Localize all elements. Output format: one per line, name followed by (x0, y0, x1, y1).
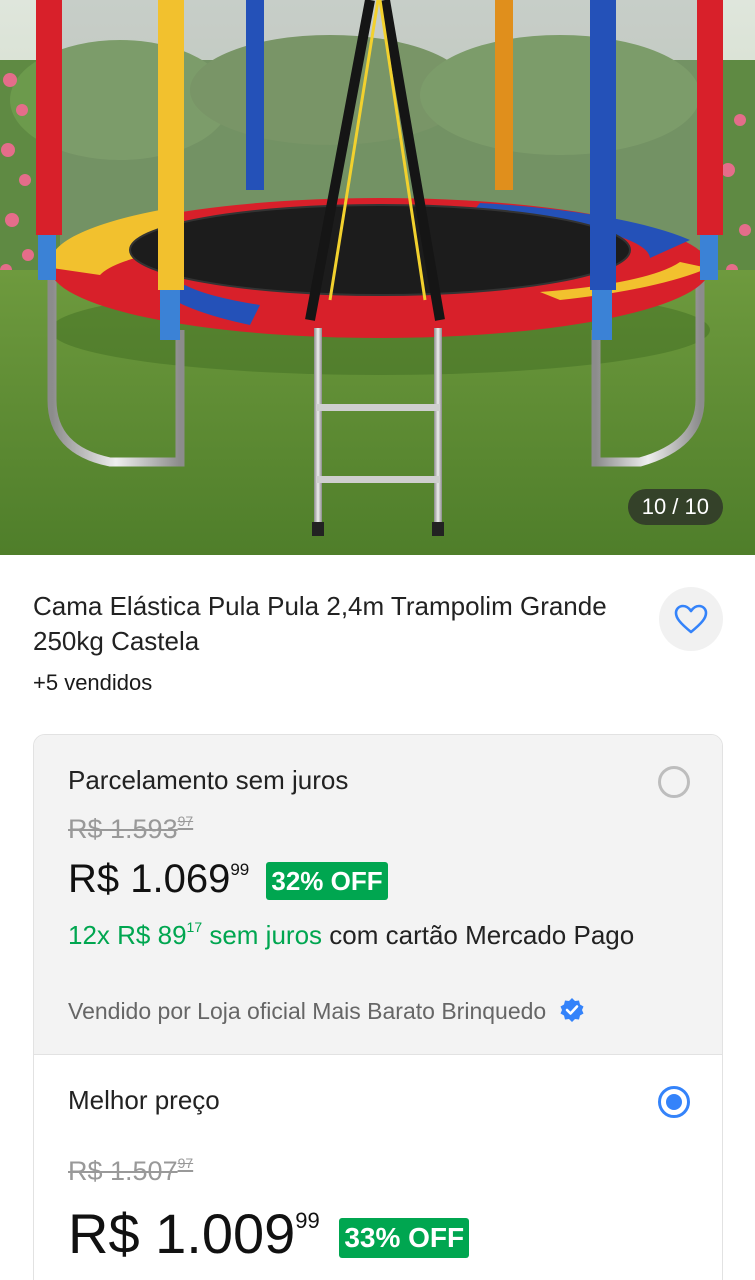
trampoline-image (0, 0, 755, 555)
sold-count: +5 vendidos (33, 670, 153, 695)
option-radio-selected[interactable] (658, 1086, 690, 1118)
seller-info[interactable]: Vendido por Loja oficial Mais Barato Bri… (68, 997, 585, 1025)
current-price: R$ 1.00999 33% OFF (68, 1201, 470, 1267)
product-image-gallery[interactable]: 10 / 10 (0, 0, 755, 555)
option-radio[interactable] (658, 766, 690, 798)
option-title: Parcelamento sem juros (68, 765, 349, 795)
original-price: R$ 1.50797 (68, 1155, 194, 1186)
product-title: Cama Elástica Pula Pula 2,4m Trampolim G… (33, 591, 607, 656)
discount-badge: 33% OFF (339, 1218, 470, 1259)
option-title: Melhor preço (68, 1085, 220, 1115)
option-installments[interactable]: Parcelamento sem juros R$ 1.59397 R$ 1.0… (34, 735, 722, 1055)
heart-icon (674, 604, 708, 634)
purchase-options-card: Parcelamento sem juros R$ 1.59397 R$ 1.0… (33, 734, 723, 1280)
image-counter: 10 / 10 (627, 489, 723, 525)
verified-badge-icon (560, 998, 584, 1022)
current-price: R$ 1.06999 32% OFF (68, 855, 388, 903)
option-best-price[interactable]: Melhor preço R$ 1.50797 R$ 1.00999 33% O… (34, 1055, 722, 1280)
discount-badge: 32% OFF (266, 862, 388, 901)
favorite-button[interactable] (659, 587, 723, 651)
original-price: R$ 1.59397 (68, 813, 194, 844)
installments-info: 12x R$ 8917 sem juros com cartão Mercado… (68, 919, 635, 950)
